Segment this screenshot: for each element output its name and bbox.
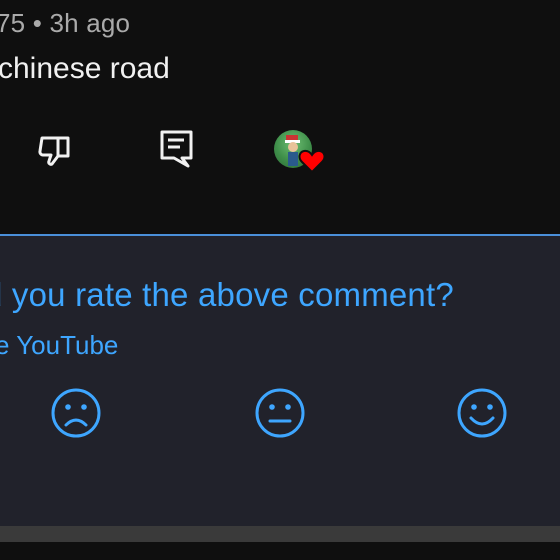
survey-question: d you rate the above comment? <box>0 276 454 313</box>
sad-face-icon[interactable] <box>49 386 103 440</box>
thumbs-down-icon <box>38 136 70 166</box>
creator-heart <box>270 128 326 176</box>
comment-meta: 75 • 3h ago <box>0 8 131 38</box>
comment-icon <box>160 130 193 168</box>
heart-icon <box>298 149 326 174</box>
happy-face-icon[interactable] <box>455 386 509 440</box>
bottom-edge <box>0 542 560 560</box>
survey-subtitle: ve YouTube <box>0 330 119 360</box>
comment-card: 75 • 3h ago chinese road <box>0 0 560 234</box>
comment-text: chinese road <box>0 52 170 85</box>
comment-rating-survey: d you rate the above comment? ve YouTube <box>0 234 560 528</box>
horizontal-scrollbar[interactable] <box>0 526 560 542</box>
neutral-face-icon[interactable] <box>253 386 307 440</box>
dislike-button[interactable] <box>36 130 76 170</box>
reply-button[interactable] <box>158 128 196 170</box>
